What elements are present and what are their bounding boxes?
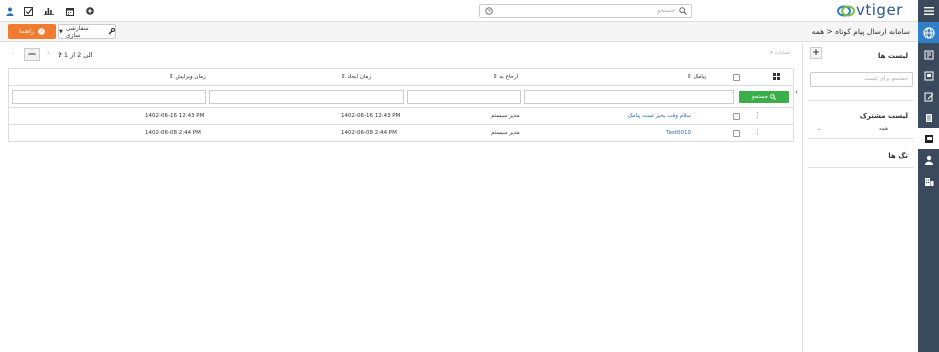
- document-icon: [925, 113, 932, 122]
- logo-text: vtiger: [856, 1, 903, 19]
- nav-item-sms[interactable]: [918, 128, 939, 149]
- cell-created: 1402-06-16 12:43 PM: [341, 113, 401, 119]
- nav-item-organizations[interactable]: [918, 170, 939, 191]
- column-header-modified[interactable]: ⇕ زمان ویرایش: [169, 74, 206, 80]
- cell-message[interactable]: سلام وقت بخیر تست پیامک: [628, 113, 691, 119]
- logo-mark-icon: [837, 5, 855, 17]
- filter-icon[interactable]: [485, 7, 493, 17]
- cell-message[interactable]: Test0010: [666, 130, 691, 136]
- column-modified-label: زمان ویرایش: [175, 74, 206, 80]
- global-search-input[interactable]: جستجو: [479, 4, 692, 18]
- list-search-placeholder: جستجو برای لیست: [864, 76, 908, 82]
- calendar-icon[interactable]: [64, 5, 76, 17]
- globe-icon: [922, 26, 935, 39]
- cell-modified: 1402-06-16 12:43 PM: [145, 113, 205, 119]
- more-button[interactable]: —: [24, 48, 40, 61]
- cell-assigned: مدیر سیستم: [491, 113, 520, 119]
- customize-button[interactable]: ▼ سفارشی سازی: [58, 24, 116, 39]
- menu-button[interactable]: [918, 0, 939, 22]
- help-button[interactable]: راهنما ?: [8, 24, 56, 39]
- divider: [808, 138, 914, 139]
- lists-sidebar: + لیست ها جستجو برای لیست لیست مشترک همه…: [802, 42, 918, 352]
- filter-input-modified[interactable]: [12, 90, 206, 104]
- breadcrumb: سامانه ارسال پیام کوتاه < همه: [812, 27, 910, 36]
- user-icon[interactable]: [4, 5, 16, 17]
- hamburger-icon: [923, 7, 934, 15]
- cell-modified: 1402-06-08 2:44 PM: [145, 130, 201, 136]
- search-button[interactable]: جستجو: [739, 91, 789, 103]
- edit-doc-icon: [924, 92, 933, 101]
- add-icon[interactable]: [84, 5, 96, 17]
- nav-home[interactable]: [918, 22, 939, 43]
- divider: [808, 100, 914, 101]
- table-row[interactable]: ⋮ سلام وقت بخیر تست پیامک مدیر سیستم 140…: [9, 107, 793, 124]
- top-bar: جستجو vtiger: [0, 0, 939, 22]
- select-all-checkbox[interactable]: [733, 74, 740, 81]
- cell-assigned: مدیر سیستم: [491, 130, 520, 136]
- column-header-created[interactable]: ⇕ زمان ایجاد: [341, 74, 371, 80]
- person-icon: [924, 155, 933, 165]
- shared-list-item-all[interactable]: همه: [879, 126, 888, 132]
- column-created-label: زمان ایجاد: [347, 74, 372, 80]
- column-assigned-label: ارجاع به: [499, 74, 519, 80]
- actions-dropdown[interactable]: ▾ عملیات: [770, 50, 791, 56]
- sms-icon: [924, 134, 933, 143]
- book-icon: [924, 71, 933, 80]
- row-checkbox[interactable]: [733, 113, 740, 120]
- records-table: ⇕ پیامک ⇕ ارجاع به ⇕ زمان ایجاد ⇕ زمان و…: [8, 68, 794, 142]
- breadcrumb-current: همه: [811, 27, 825, 36]
- column-header-message[interactable]: ⇕ پیامک: [687, 74, 706, 80]
- breadcrumb-module[interactable]: سامانه ارسال پیام کوتاه: [835, 27, 910, 36]
- collapse-sidebar-icon[interactable]: ‹: [795, 88, 798, 96]
- column-header-assigned[interactable]: ⇕ ارجاع به: [493, 74, 518, 80]
- pager-range: 1 الی 2 از: [63, 51, 93, 59]
- app-navigation: [918, 0, 939, 352]
- vtiger-logo[interactable]: vtiger: [836, 1, 914, 21]
- tags-title: تگ ها: [888, 152, 908, 160]
- building-icon: [924, 177, 933, 186]
- filter-input-message[interactable]: [524, 90, 734, 104]
- customize-label: سفارشی سازی: [65, 24, 89, 39]
- question-icon: ?: [38, 28, 45, 35]
- caret-down-icon: ▼: [59, 28, 63, 35]
- list-search-input[interactable]: جستجو برای لیست: [810, 72, 913, 87]
- row-actions-icon[interactable]: ⋮: [754, 128, 761, 136]
- grid-menu-icon[interactable]: [773, 73, 780, 82]
- module-header: راهنما ? ▼ سفارشی سازی سامانه ارسال پیام…: [0, 22, 918, 42]
- pager-next-icon[interactable]: ‹: [12, 50, 14, 57]
- table-header: ⇕ پیامک ⇕ ارجاع به ⇕ زمان ایجاد ⇕ زمان و…: [9, 69, 793, 86]
- help-label: راهنما: [19, 28, 34, 35]
- divider: [808, 167, 914, 168]
- nav-item-3[interactable]: [918, 86, 939, 107]
- search-icon: [770, 94, 777, 100]
- pager-total[interactable]: ?: [58, 51, 62, 59]
- row-checkbox[interactable]: [733, 130, 740, 137]
- filter-input-assigned[interactable]: [407, 90, 521, 104]
- pager-info: ? 1 الی 2 از: [58, 51, 93, 59]
- chevron-down-icon[interactable]: ⌄: [817, 126, 821, 132]
- row-actions-icon[interactable]: ⋮: [754, 111, 761, 119]
- add-list-button[interactable]: +: [810, 47, 822, 59]
- reports-icon[interactable]: [43, 5, 55, 17]
- svg-text:?: ?: [40, 30, 43, 35]
- actions-label: عملیات: [774, 50, 792, 56]
- search-placeholder: جستجو: [657, 7, 675, 14]
- cell-created: 1402-06-08 2:44 PM: [341, 130, 397, 136]
- filter-input-created[interactable]: [209, 90, 404, 104]
- lists-title: لیست ها: [878, 52, 908, 60]
- breadcrumb-separator: <: [824, 27, 833, 36]
- nav-item-contacts[interactable]: [918, 149, 939, 170]
- column-message-label: پیامک: [693, 74, 707, 80]
- wrench-icon: [108, 28, 116, 35]
- notes-icon: [924, 50, 933, 59]
- nav-item-4[interactable]: [918, 107, 939, 128]
- pager-prev-icon[interactable]: ›: [47, 50, 49, 57]
- nav-item-2[interactable]: [918, 65, 939, 86]
- nav-item-1[interactable]: [918, 44, 939, 65]
- tasks-icon[interactable]: [22, 5, 34, 17]
- table-row[interactable]: ⋮ Test0010 مدیر سیستم 1402-06-08 2:44 PM…: [9, 124, 793, 141]
- search-icon[interactable]: [679, 7, 687, 17]
- search-button-label: جستجو: [751, 94, 769, 100]
- shared-lists-title: لیست مشترک: [859, 112, 908, 120]
